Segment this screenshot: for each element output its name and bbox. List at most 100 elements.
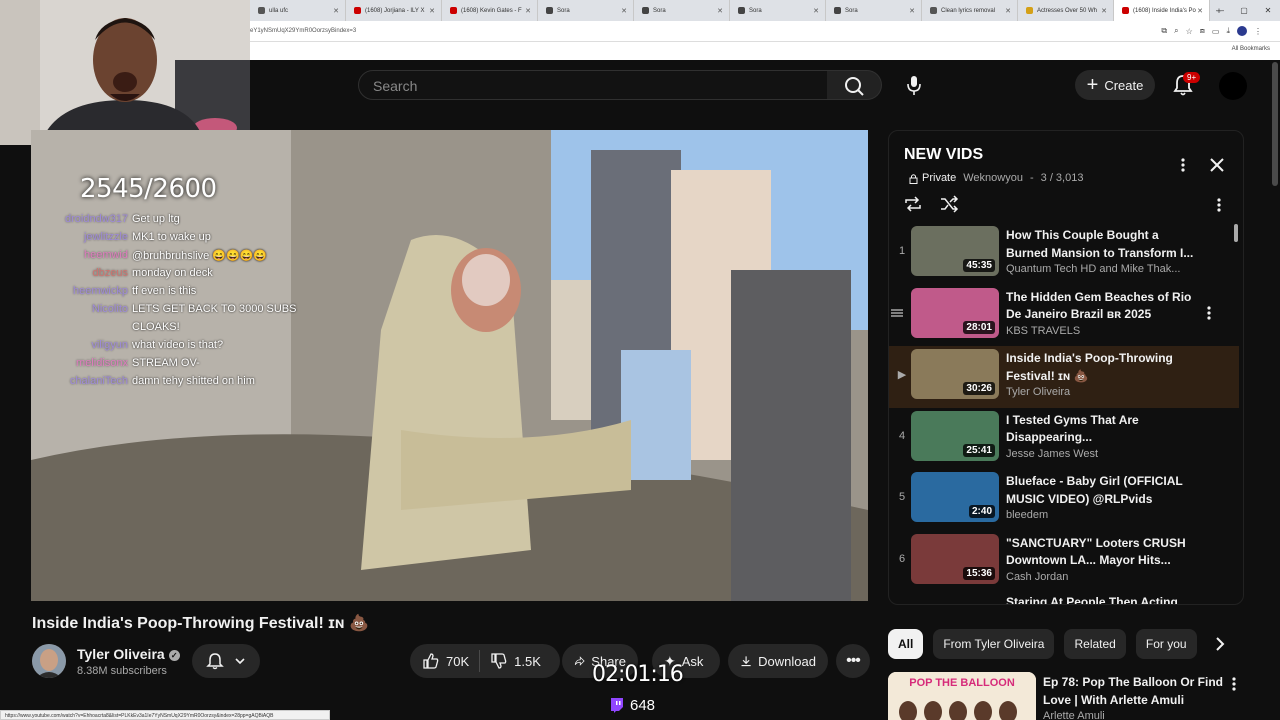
- recommended-more-icon[interactable]: [1230, 676, 1238, 692]
- minimize-icon[interactable]: —: [1208, 0, 1232, 21]
- tab-close-icon[interactable]: ✕: [1005, 7, 1011, 15]
- browser-tab[interactable]: ulla ufc ✕: [250, 0, 346, 21]
- playlist-item[interactable]: 1 45:35 How This Couple Bought a Burned Ma…: [889, 223, 1239, 285]
- voice-search-button[interactable]: [898, 70, 930, 100]
- create-button[interactable]: + Create: [1075, 70, 1155, 100]
- recommended-title[interactable]: Ep 78: Pop The Balloon Or Find Love | Wi…: [1043, 674, 1223, 709]
- playlist-scrollbar[interactable]: [1234, 224, 1238, 242]
- all-bookmarks[interactable]: All Bookmarks: [1232, 46, 1270, 52]
- playlist-item[interactable]: 4 25:41 I Tested Gyms That Are Disappearin…: [889, 408, 1239, 470]
- playlist-item-thumbnail[interactable]: 30:26: [911, 349, 999, 399]
- playlist-item[interactable]: 5 2:40 Blueface - Baby Girl (OFFICIAL MUSI…: [889, 469, 1239, 531]
- playlist-item-more-icon[interactable]: [1205, 305, 1213, 321]
- page-scrollbar[interactable]: [1272, 62, 1278, 186]
- channel-name[interactable]: Tyler Oliveira: [77, 646, 165, 662]
- playlist-item-title[interactable]: I Tested Gyms That Are Disappearing...: [1006, 412, 1196, 447]
- menu-icon[interactable]: ⋮: [1254, 27, 1262, 36]
- filter-chip[interactable]: For you: [1135, 629, 1197, 659]
- window-controls: — ▢ ✕: [1208, 0, 1280, 21]
- browser-tab[interactable]: (1608) Inside India's Po ✕: [1114, 0, 1210, 21]
- lock-icon: [909, 173, 918, 184]
- playlist-item[interactable]: ▶ 30:26 Inside India's Poop-Throwing Festi…: [889, 346, 1239, 408]
- playlist-item-thumbnail[interactable]: 45:35: [911, 226, 999, 276]
- playlist-item-title[interactable]: How This Couple Bought a Burned Mansion …: [1006, 227, 1196, 262]
- tab-close-icon[interactable]: ✕: [1101, 7, 1107, 15]
- browser-tab[interactable]: Clean lyrics removal ✕: [922, 0, 1018, 21]
- playlist-item[interactable]: 6 15:36 "SANCTUARY" Looters CRUSH Downtown…: [889, 531, 1239, 593]
- filter-chip[interactable]: All: [888, 629, 924, 659]
- search-input[interactable]: Search: [358, 70, 828, 100]
- tab-close-icon[interactable]: ✕: [333, 7, 339, 15]
- playlist-item[interactable]: 28:01 The Hidden Gem Beaches of Rio De Ja…: [889, 285, 1239, 347]
- browser-tab[interactable]: (1608) Jorjiana - ILY X ✕: [346, 0, 442, 21]
- cast-icon[interactable]: ⧉: [1161, 26, 1167, 36]
- playlist-item-thumbnail[interactable]: 15:36: [911, 533, 999, 584]
- playlist-more-icon[interactable]: [1179, 157, 1187, 173]
- browser-tab[interactable]: Actresses Over 50 Wh ✕: [1018, 0, 1114, 21]
- chevron-right-icon[interactable]: [1210, 634, 1230, 654]
- browser-tab[interactable]: Sora ✕: [634, 0, 730, 21]
- microphone-icon: [907, 76, 921, 95]
- tab-favicon-icon: [354, 7, 361, 14]
- playlist-title[interactable]: NEW VIDS: [904, 146, 983, 164]
- playlist-item-thumbnail[interactable]: 25:41: [911, 410, 999, 461]
- download-icon[interactable]: ⤓: [1226, 26, 1230, 36]
- playlist-item-thumbnail[interactable]: 28:01: [911, 287, 999, 338]
- star-icon[interactable]: ☆: [1186, 27, 1193, 36]
- tab-label: Clean lyrics removal: [941, 7, 996, 14]
- filter-chip[interactable]: From Tyler Oliveira: [933, 629, 1055, 659]
- url-field[interactable]: eY1yNSmUqX29YmR0OorzsyBindex=3: [250, 28, 356, 34]
- browser-tab[interactable]: (1608) Kevin Gates - F ✕: [442, 0, 538, 21]
- playlist-item-partial-title: Staring At People Then Acting...: [1006, 595, 1188, 605]
- tab-favicon-icon: [450, 7, 457, 14]
- viewer-count: 648: [630, 697, 656, 714]
- thumbs-down-icon[interactable]: [490, 652, 508, 670]
- tab-close-icon[interactable]: ✕: [909, 7, 915, 15]
- playlist-item-title[interactable]: The Hidden Gem Beaches of Rio De Janeiro…: [1006, 289, 1196, 324]
- tab-close-icon[interactable]: ✕: [1197, 7, 1203, 15]
- account-avatar[interactable]: [1219, 72, 1247, 100]
- browser-tab[interactable]: Sora ✕: [826, 0, 922, 21]
- tab-close-icon[interactable]: ✕: [525, 7, 531, 15]
- chat-username: heemwickp: [72, 285, 128, 297]
- extensions-icon[interactable]: ⧈: [1200, 26, 1205, 36]
- browser-tab[interactable]: Sora ✕: [538, 0, 634, 21]
- channel-avatar[interactable]: [32, 644, 66, 678]
- profile-avatar[interactable]: [1237, 26, 1247, 36]
- playlist-item-title[interactable]: Inside India's Poop-Throwing Festival! ɪ…: [1006, 350, 1196, 385]
- recommended-channel[interactable]: Arlette Amuli: [1043, 710, 1105, 720]
- playlist-owner[interactable]: Weknowyou: [963, 172, 1023, 184]
- maximize-icon[interactable]: ▢: [1232, 0, 1256, 21]
- tab-close-icon[interactable]: ✕: [429, 7, 435, 15]
- tab-close-icon[interactable]: ✕: [717, 7, 723, 15]
- browser-tab[interactable]: Sora ✕: [730, 0, 826, 21]
- close-window-icon[interactable]: ✕: [1256, 0, 1280, 21]
- filter-chip[interactable]: Related: [1064, 629, 1126, 659]
- tab-close-icon[interactable]: ✕: [813, 7, 819, 15]
- search-button[interactable]: [827, 70, 882, 100]
- drag-handle-icon[interactable]: [891, 309, 903, 317]
- like-count[interactable]: 70K: [446, 654, 469, 669]
- sidebar-icon[interactable]: ▭: [1212, 27, 1220, 36]
- playlist-item-title[interactable]: "SANCTUARY" Looters CRUSH Downtown LA...…: [1006, 535, 1196, 570]
- tab-close-icon[interactable]: ✕: [621, 7, 627, 15]
- thumbs-up-icon[interactable]: [422, 652, 440, 670]
- dislike-count[interactable]: 1.5K: [514, 654, 541, 669]
- playlist-item-thumbnail[interactable]: 2:40: [911, 472, 999, 522]
- download-button[interactable]: Download: [728, 644, 828, 678]
- channel-name-row[interactable]: Tyler Oliveira ✓: [77, 646, 180, 662]
- loop-icon[interactable]: [903, 195, 923, 213]
- zoom-icon[interactable]: ⌕: [1174, 26, 1178, 36]
- more-actions-button[interactable]: •••: [836, 644, 870, 678]
- tab-favicon-icon: [546, 7, 553, 14]
- filter-chips: All From Tyler Oliveira Related For you: [888, 629, 1197, 659]
- close-icon[interactable]: [1207, 155, 1227, 175]
- subscribed-button[interactable]: [192, 644, 260, 678]
- playlist-item-title[interactable]: Blueface - Baby Girl (OFFICIAL MUSIC VID…: [1006, 473, 1196, 508]
- recommended-thumbnail[interactable]: POP THE BALLOON: [888, 672, 1036, 720]
- notifications-badge: 9+: [1183, 72, 1201, 83]
- shuffle-icon[interactable]: [939, 195, 959, 213]
- playlist-options-icon[interactable]: [1215, 197, 1223, 213]
- playlist-item-index: 1: [898, 245, 906, 257]
- chat-text: MK1 to wake up: [132, 231, 211, 243]
